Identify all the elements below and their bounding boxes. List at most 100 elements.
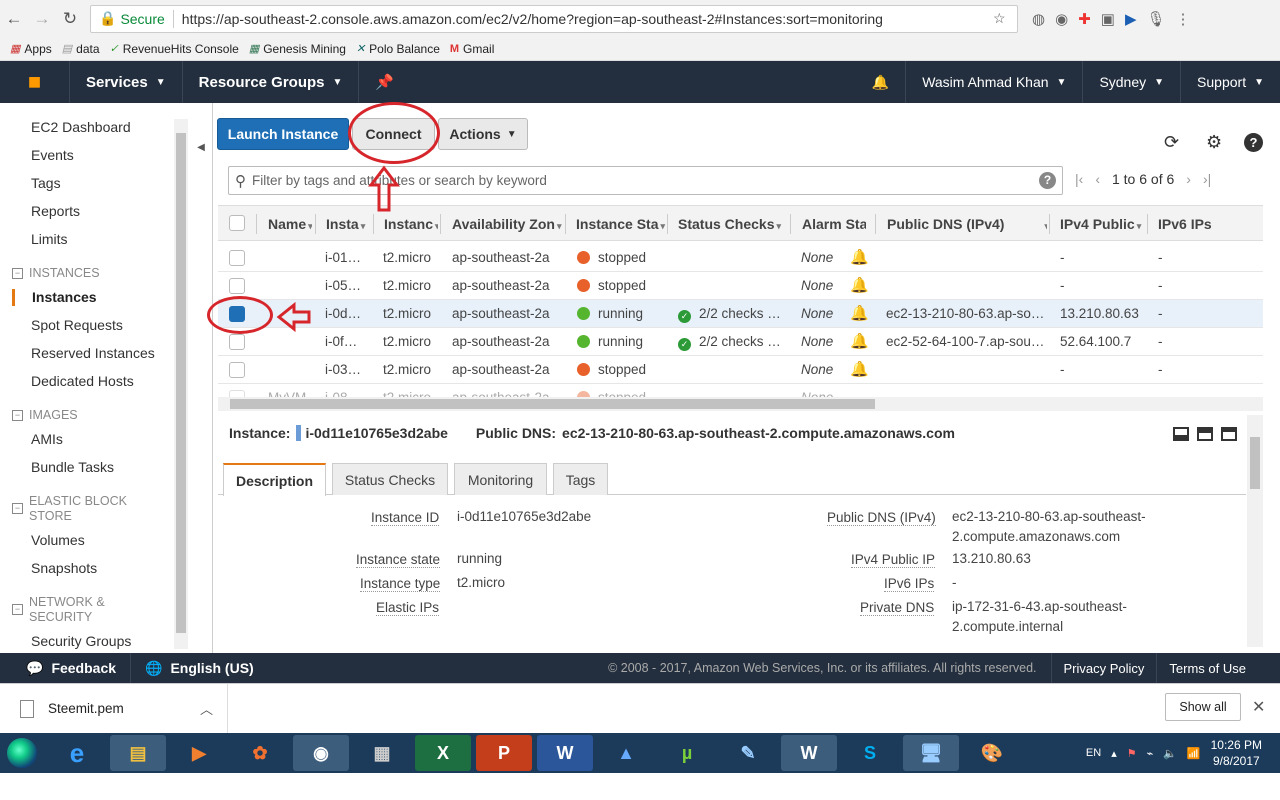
- layout-bottom-icon[interactable]: [1173, 427, 1189, 441]
- row-checkbox[interactable]: [229, 250, 245, 266]
- support-menu[interactable]: Support ▼: [1181, 61, 1280, 103]
- services-menu[interactable]: Services ▼: [70, 61, 183, 103]
- flag-icon[interactable]: ⚑: [1127, 747, 1137, 760]
- volume-icon[interactable]: 🔈: [1163, 747, 1177, 760]
- terms-of-use-link[interactable]: Terms of Use: [1156, 653, 1280, 683]
- row-checkbox[interactable]: [229, 362, 245, 378]
- section-instances[interactable]: − INSTANCES: [12, 266, 100, 280]
- section-elastic-block-store[interactable]: − ELASTIC BLOCK STORE: [12, 494, 127, 524]
- tab-monitoring[interactable]: Monitoring: [454, 463, 547, 495]
- chevron-up-icon[interactable]: ▴: [1111, 747, 1117, 760]
- first-page-icon[interactable]: |‹: [1075, 171, 1083, 187]
- sidebar-item-events[interactable]: Events: [31, 147, 74, 163]
- sidebar-item-snapshots[interactable]: Snapshots: [31, 560, 97, 576]
- bookmark-star-icon[interactable]: ☆: [993, 10, 1017, 27]
- sidebar-item-limits[interactable]: Limits: [31, 231, 68, 247]
- paint-icon[interactable]: 🎨: [964, 735, 1020, 771]
- region-menu[interactable]: Sydney ▼: [1083, 61, 1182, 103]
- back-arrow-icon[interactable]: ←: [0, 9, 28, 29]
- table-row[interactable]: i-05… t2.micro ap-southeast-2a stopped N…: [218, 272, 1263, 300]
- extension-icon[interactable]: ✚: [1078, 10, 1091, 28]
- col-name[interactable]: Name ▾: [268, 216, 312, 232]
- language-selector[interactable]: 🌐 English (US): [131, 653, 268, 683]
- file-explorer-icon[interactable]: ▤: [110, 735, 166, 771]
- last-page-icon[interactable]: ›|: [1203, 171, 1211, 187]
- reload-icon[interactable]: ↻: [56, 9, 84, 29]
- aws-cube-icon[interactable]: ■: [0, 61, 70, 103]
- help-icon[interactable]: ?: [1039, 172, 1056, 189]
- table-row[interactable]: MyVM i-08… t2.micro ap-southeast-2a stop…: [218, 384, 1263, 398]
- privacy-policy-link[interactable]: Privacy Policy: [1050, 653, 1157, 683]
- row-checkbox[interactable]: [229, 334, 245, 350]
- col-status-checks[interactable]: Status Checks ▾: [678, 216, 786, 232]
- table-row[interactable]: i-03… t2.micro ap-southeast-2a stopped N…: [218, 356, 1263, 384]
- launch-instance-button[interactable]: Launch Instance: [217, 118, 349, 150]
- download-item[interactable]: Steemit.pem ︿: [0, 683, 228, 734]
- table-row-selected[interactable]: i-0d… t2.micro ap-southeast-2a running ✓…: [218, 300, 1263, 328]
- extension-icon[interactable]: ◍: [1032, 10, 1045, 28]
- layout-top-icon[interactable]: [1221, 427, 1237, 441]
- tab-tags[interactable]: Tags: [553, 463, 608, 495]
- user-menu[interactable]: Wasim Ahmad Khan ▼: [906, 61, 1084, 103]
- app-icon[interactable]: ▲: [598, 735, 654, 771]
- excel-icon[interactable]: X: [415, 735, 471, 771]
- clock[interactable]: 10:26 PM 9/8/2017: [1211, 737, 1262, 769]
- sidebar-item-security-groups[interactable]: Security Groups: [31, 633, 131, 649]
- search-input[interactable]: ⚲ Filter by tags and attributes or searc…: [228, 166, 1063, 195]
- chrome-icon[interactable]: ◉: [293, 735, 349, 771]
- network-icon[interactable]: 📶: [1187, 747, 1201, 760]
- tab-description[interactable]: Description: [223, 463, 326, 496]
- refresh-icon[interactable]: ⟳: [1164, 132, 1179, 153]
- table-row[interactable]: i-01… t2.micro ap-southeast-2a stopped N…: [218, 244, 1263, 272]
- sidebar-item-dedicated-hosts[interactable]: Dedicated Hosts: [31, 373, 134, 389]
- table-row[interactable]: i-0f… t2.micro ap-southeast-2a running ✓…: [218, 328, 1263, 356]
- sidebar-item-volumes[interactable]: Volumes: [31, 532, 85, 548]
- sidebar-item-instances[interactable]: Instances: [32, 289, 97, 305]
- col-public-dns[interactable]: Public DNS (IPv4) ▾: [887, 216, 1047, 232]
- address-bar[interactable]: 🔒 Secure https://ap-southeast-2.console.…: [90, 4, 1018, 33]
- collapse-sidebar-icon[interactable]: ◀: [193, 135, 209, 161]
- alarm-bell-icon[interactable]: 🔔: [850, 248, 869, 266]
- bookmark-data[interactable]: ▤ data: [62, 42, 100, 56]
- power-icon[interactable]: ⌁: [1147, 747, 1154, 760]
- forward-arrow-icon[interactable]: →: [28, 9, 56, 29]
- col-availability-zone[interactable]: Availability Zon ▾: [452, 216, 564, 232]
- app-icon[interactable]: ✿: [232, 735, 288, 771]
- actions-button[interactable]: Actions ▼: [438, 118, 528, 150]
- sidebar-scrollbar[interactable]: [174, 119, 188, 649]
- prev-page-icon[interactable]: ‹: [1095, 171, 1100, 187]
- sidebar-item-tags[interactable]: Tags: [31, 175, 61, 191]
- internet-explorer-icon[interactable]: e: [49, 735, 105, 771]
- layout-split-icon[interactable]: [1197, 427, 1213, 441]
- col-instance-type[interactable]: Instanc ▾: [384, 216, 438, 232]
- extension-icon[interactable]: ▣: [1101, 10, 1115, 28]
- language-indicator[interactable]: EN: [1086, 747, 1101, 759]
- bookmark-polo[interactable]: ✕ Polo Balance: [356, 42, 440, 56]
- table-horizontal-scrollbar[interactable]: [218, 397, 1263, 411]
- bookmark-apps[interactable]: ▦ Apps: [10, 42, 52, 56]
- col-alarm-status[interactable]: Alarm Stat: [802, 216, 866, 232]
- select-all-checkbox[interactable]: [229, 215, 245, 231]
- sidebar-item-spot-requests[interactable]: Spot Requests: [31, 317, 123, 333]
- menu-dots-icon[interactable]: ⋮: [1176, 10, 1191, 28]
- bookmark-gmail[interactable]: M Gmail: [450, 42, 495, 56]
- media-player-icon[interactable]: ▶: [171, 735, 227, 771]
- bookmark-genesis[interactable]: ▦ Genesis Mining: [249, 42, 346, 56]
- notification-bell-icon[interactable]: 🔔: [856, 61, 907, 103]
- pin-icon[interactable]: 📌: [359, 61, 410, 103]
- chevron-up-icon[interactable]: ︿: [200, 699, 213, 718]
- tab-status-checks[interactable]: Status Checks: [332, 463, 448, 495]
- remote-desktop-icon[interactable]: 🖥: [903, 735, 959, 771]
- sidebar-item-bundle-tasks[interactable]: Bundle Tasks: [31, 459, 114, 475]
- show-all-button[interactable]: Show all: [1165, 693, 1241, 721]
- sidebar-item-ec2-dashboard[interactable]: EC2 Dashboard: [31, 119, 131, 135]
- row-checkbox[interactable]: [229, 278, 245, 294]
- col-ipv6-ips[interactable]: IPv6 IPs: [1158, 216, 1238, 232]
- calculator-icon[interactable]: ▦: [354, 735, 410, 771]
- section-network-security[interactable]: − NETWORK & SECURITY: [12, 595, 105, 625]
- sidebar-item-amis[interactable]: AMIs: [31, 431, 63, 447]
- alarm-bell-icon[interactable]: 🔔: [850, 304, 869, 322]
- word-icon[interactable]: W: [537, 735, 593, 771]
- microphone-icon[interactable]: 🎙: [1147, 10, 1166, 28]
- start-button[interactable]: [0, 733, 44, 773]
